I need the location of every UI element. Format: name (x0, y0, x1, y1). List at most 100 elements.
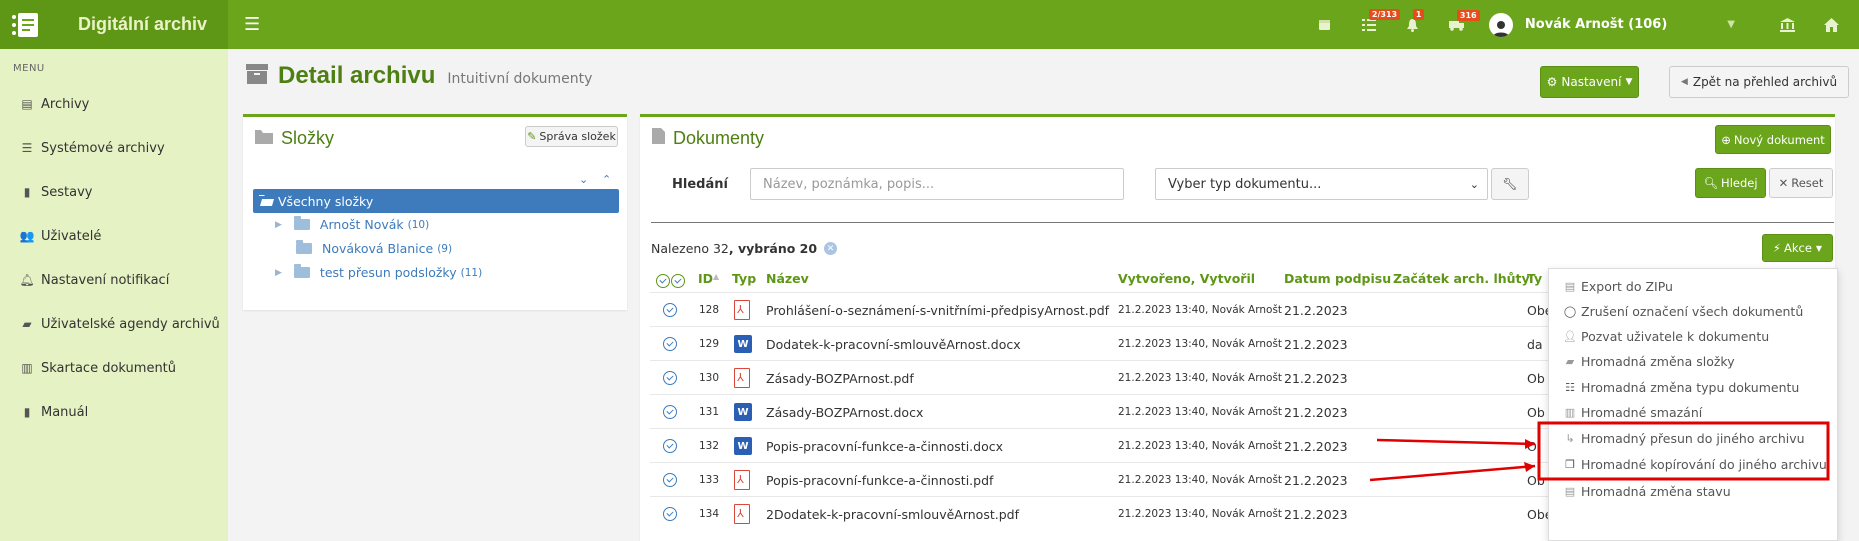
manage-folders-button[interactable]: ✎ Správa složek (525, 126, 618, 147)
sidebar-item-system-archives[interactable]: ☰ Systémové archivy (0, 126, 228, 170)
row-checkbox[interactable] (663, 293, 677, 327)
new-document-button[interactable]: ⊕ Nový dokument (1715, 125, 1831, 154)
bell-icon[interactable]: 1 (1391, 8, 1435, 32)
institution-icon[interactable] (1765, 17, 1809, 32)
row-checkbox[interactable] (663, 327, 677, 361)
menu-item-bulk-copy[interactable]: ❐ Hromadné kopírování do jiného archivu (1563, 457, 1827, 472)
sidebar-item-notifications[interactable]: 🔔︎ Nastavení notifikací (0, 258, 228, 302)
caret-down-icon: ▼ (1815, 243, 1823, 253)
folder-icon (255, 128, 273, 149)
column-name[interactable]: Název (766, 271, 809, 286)
document-type-select[interactable]: Vyber typ dokumentu... ⌄ (1155, 168, 1488, 200)
select-all-icon[interactable] (656, 270, 685, 288)
notifications-badge: 1 (1412, 8, 1425, 20)
home-icon[interactable] (1809, 17, 1853, 32)
pdf-file-icon (734, 300, 750, 320)
reset-button[interactable]: ✕ Reset (1769, 168, 1833, 198)
column-type[interactable]: Typ (732, 271, 756, 286)
expand-triangle-icon[interactable]: ▶ (275, 220, 282, 230)
sidebar-item-label: Archivy (41, 96, 90, 112)
folder-item[interactable]: ▶ Arnošt Novák (10) (275, 216, 429, 232)
folder-name[interactable]: test přesun podsložky (320, 265, 457, 280)
truck-icon[interactable]: 316 (1435, 9, 1480, 31)
row-checkbox[interactable] (663, 395, 677, 429)
doc-type: O (1527, 438, 1537, 454)
row-checkbox[interactable] (663, 429, 677, 463)
sidebar-item-agendas[interactable]: ▰ Uživatelské agendy archivů (0, 302, 228, 346)
column-doc-type[interactable]: Ty (1527, 271, 1542, 286)
menu-item-label: Pozvat uživatele k dokumentu (1581, 329, 1770, 344)
sidebar-item-reports[interactable]: ▮ Sestavy (0, 170, 228, 214)
folder-icon (296, 240, 312, 254)
advanced-filter-button[interactable]: 🔧︎ (1491, 168, 1529, 200)
sidebar-item-manual[interactable]: ▮ Manuál (0, 390, 228, 434)
doc-type-icon (734, 361, 750, 395)
doc-type: Ob (1527, 472, 1545, 488)
doc-type-icon (734, 293, 750, 327)
menu-item-export-zip[interactable]: ▤ Export do ZIPu (1563, 279, 1673, 294)
list-icon: ☷ (1565, 381, 1575, 394)
collapse-all-icon[interactable]: ⌄ (579, 173, 588, 186)
expand-all-icon[interactable]: ⌃ (602, 173, 611, 186)
sidebar-item-label: Uživatelské agendy archivů (41, 316, 220, 332)
column-archive-start[interactable]: Začátek arch. lhůty (1393, 271, 1530, 286)
menu-item-bulk-type[interactable]: ☷ Hromadná změna typu dokumentu (1563, 380, 1799, 395)
sidebar-item-label: Systémové archivy (41, 140, 165, 156)
search-button[interactable]: 🔍︎ Hledej (1695, 168, 1766, 198)
sidebar-item-shredding[interactable]: ▥ Skartace dokumentů (0, 346, 228, 390)
doc-name[interactable]: Popis-pracovní-funkce-a-činnosti.pdf (766, 463, 993, 497)
menu-item-label: Export do ZIPu (1581, 279, 1673, 294)
sidebar-item-archives[interactable]: ▤ Archivy (0, 82, 228, 126)
doc-signed: 21.2.2023 (1284, 404, 1348, 420)
menu-item-unselect-all[interactable]: ◯ Zrušení označení všech dokumentů (1563, 304, 1803, 319)
calendar-icon[interactable] (1303, 18, 1347, 31)
menu-toggle-icon[interactable]: ☰ (244, 14, 260, 35)
caret-down-icon[interactable]: ▼ (1727, 19, 1735, 30)
menu-item-bulk-move[interactable]: ↳ Hromadný přesun do jiného archivu (1563, 431, 1804, 446)
search-label: Hledání (672, 177, 728, 192)
user-menu[interactable]: Novák Arnošt (106) ▼ (1488, 12, 1765, 37)
menu-item-bulk-status[interactable]: ▤ Hromadná změna stavu (1563, 484, 1731, 499)
column-signed[interactable]: Datum podpisu (1284, 271, 1391, 286)
expand-triangle-icon[interactable]: ▶ (275, 268, 282, 278)
folder-item[interactable]: Nováková Blanice (9) (296, 240, 452, 256)
settings-button[interactable]: ⚙ Nastavení ▼ (1540, 66, 1639, 98)
doc-name[interactable]: Zásady-BOZPArnost.docx (766, 395, 923, 429)
doc-signed: 21.2.2023 (1284, 370, 1348, 386)
row-checkbox[interactable] (663, 497, 677, 531)
page-header: Detail archivu Intuitivní dokumenty (246, 62, 592, 90)
actions-button[interactable]: ⚡︎ Akce ▼ (1762, 234, 1833, 262)
sort-icon[interactable]: ▲ (713, 272, 719, 281)
doc-type: da (1527, 336, 1543, 352)
tasks-icon[interactable]: 2/313 (1347, 9, 1401, 31)
column-created[interactable]: Vytvořeno, Vytvořil (1118, 271, 1255, 286)
clear-selection-icon[interactable]: ✕ (824, 242, 838, 255)
row-checkbox[interactable] (663, 361, 677, 395)
menu-item-bulk-delete[interactable]: ▥ Hromadné smazání (1563, 405, 1702, 420)
menu-item-label: Hromadné smazání (1581, 405, 1703, 420)
sidebar-item-users[interactable]: 👥 Uživatelé (0, 214, 228, 258)
search-icon: 🔍︎ (1703, 176, 1719, 190)
column-id[interactable]: ID (698, 271, 713, 286)
menu-item-bulk-folder[interactable]: ▰ Hromadná změna složky (1563, 354, 1735, 369)
doc-name[interactable]: Zásady-BOZPArnost.pdf (766, 361, 914, 395)
folder-name[interactable]: Nováková Blanice (322, 241, 433, 256)
doc-signed: 21.2.2023 (1284, 302, 1348, 318)
menu-item-invite-user[interactable]: 👤︎ Pozvat uživatele k dokumentu (1563, 329, 1769, 344)
doc-name[interactable]: Popis-pracovní-funkce-a-činnosti.docx (766, 429, 1003, 463)
doc-name[interactable]: Dodatek-k-pracovní-smlouvěArnost.docx (766, 327, 1021, 361)
folder-name[interactable]: Arnošt Novák (320, 217, 404, 232)
doc-name[interactable]: 2Dodatek-k-pracovní-smlouvěArnost.pdf (766, 497, 1019, 531)
back-button[interactable]: ◀ Zpět na přehled archivů (1669, 66, 1849, 98)
doc-name[interactable]: Prohlášení-o-seznámení-s-vnitřními-předp… (766, 293, 1109, 327)
menu-item-label: Hromadná změna složky (1581, 354, 1735, 369)
folder-item[interactable]: ▶ test přesun podsložky (11) (275, 264, 482, 280)
row-checkbox[interactable] (663, 463, 677, 497)
folders-panel: Složky ✎ Správa složek ⌄ ⌃ Všechny složky… (243, 114, 627, 310)
logo-icon[interactable] (6, 5, 46, 45)
archive-icon (246, 64, 268, 88)
search-input[interactable]: Název, poznámka, popis... (750, 168, 1124, 200)
folder-all[interactable]: Všechny složky (253, 189, 619, 213)
bell-icon: 🔔︎ (19, 273, 35, 287)
search-button-label: Hledej (1721, 176, 1758, 190)
